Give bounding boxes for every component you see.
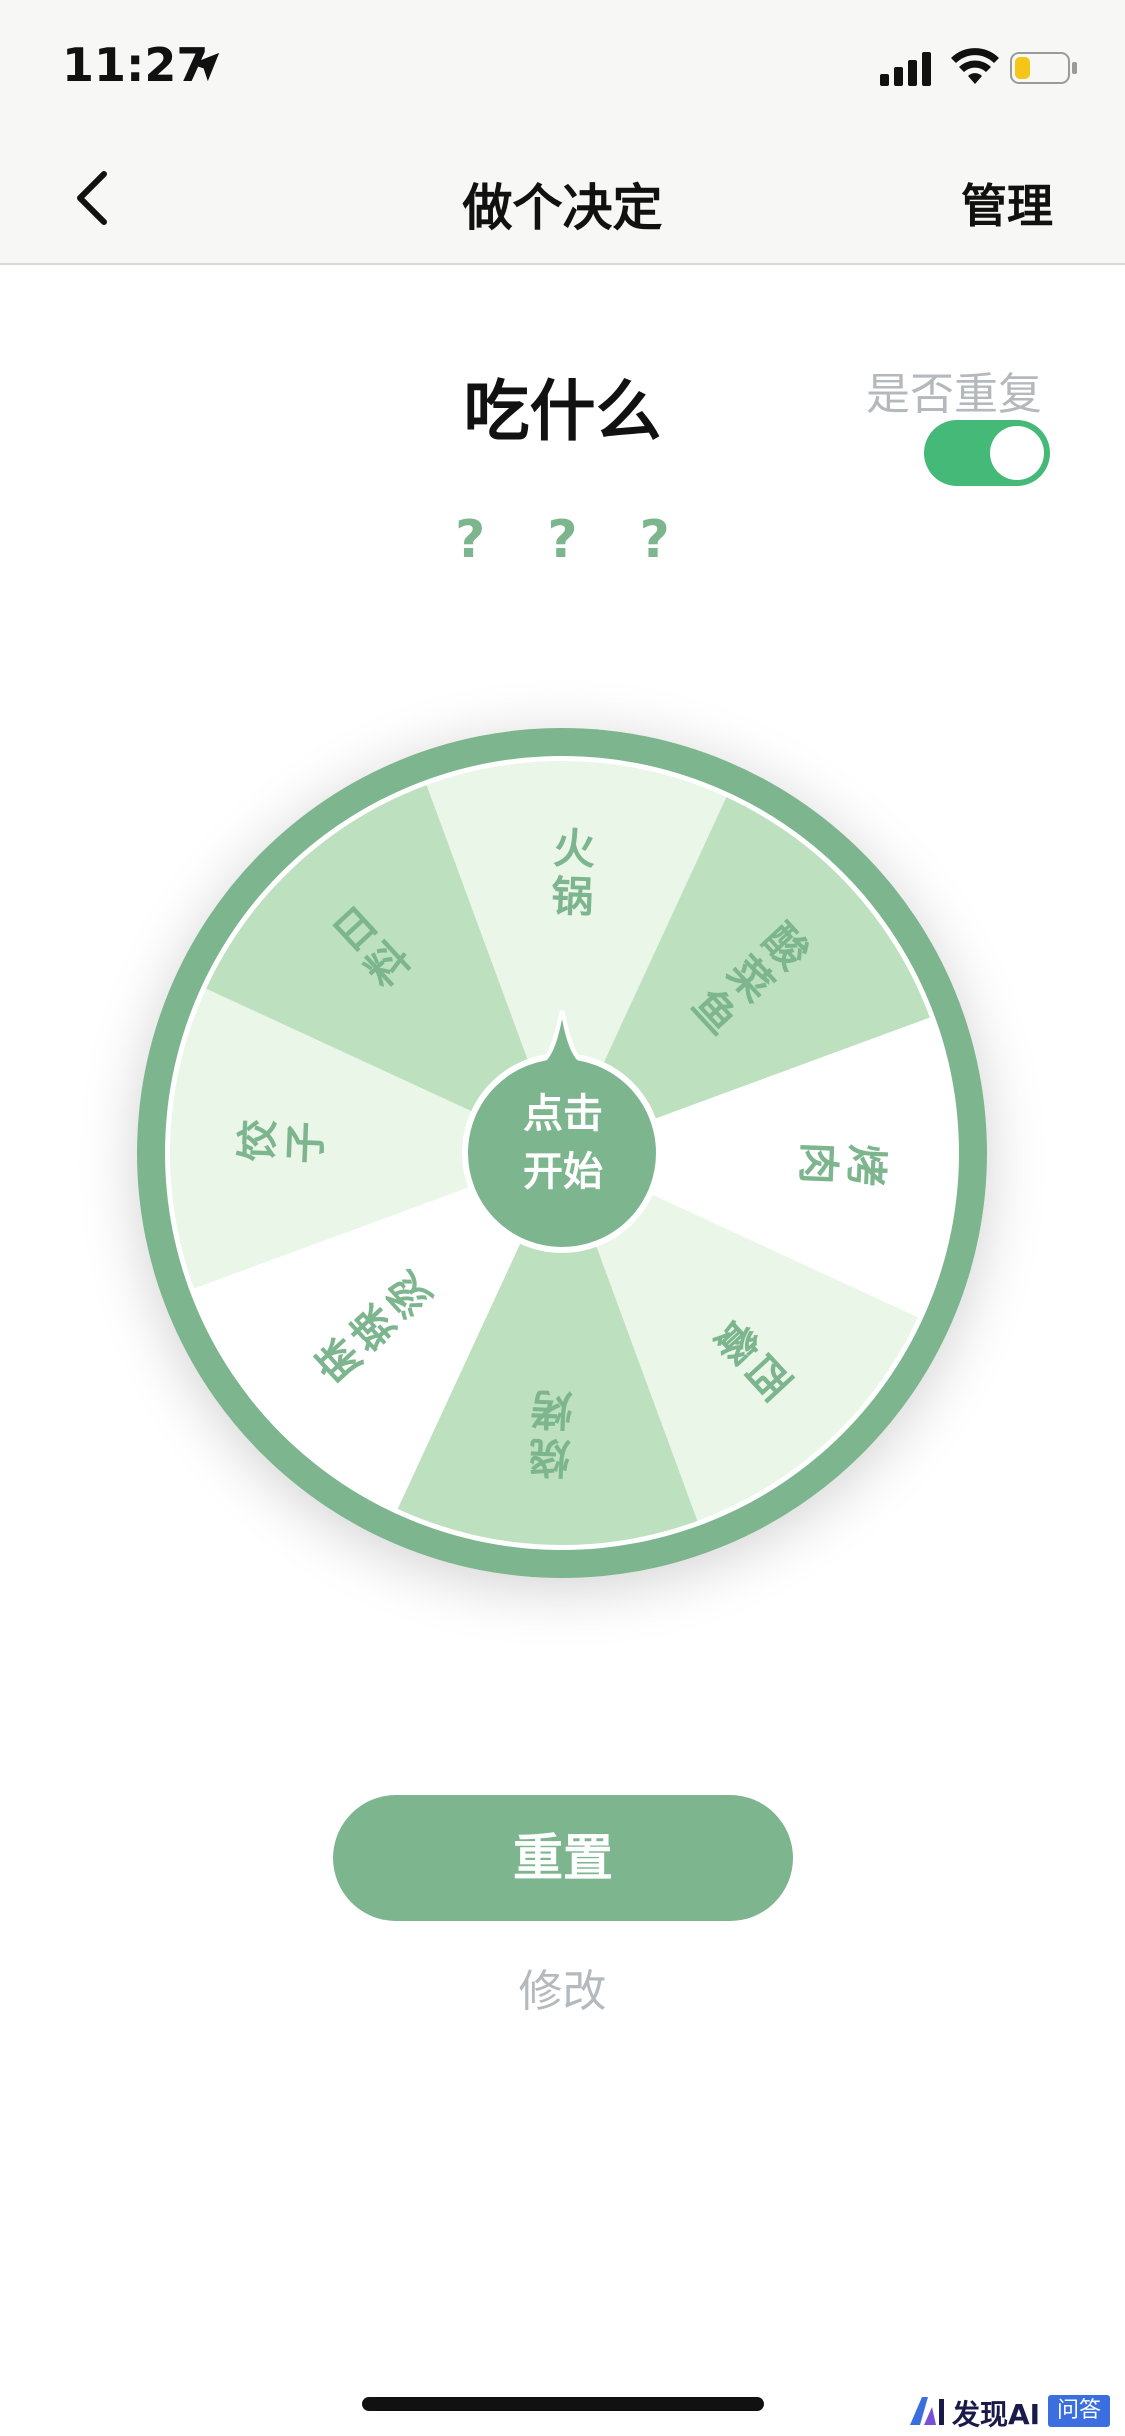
wheel-segment-label: 肉 [793,1141,844,1185]
watermark-badge: 问答 [1048,2395,1110,2427]
repeat-toggle[interactable] [924,420,1050,486]
wheel-segment-label: 锅 [550,871,594,922]
start-label-line2: 开始 [523,1149,603,1195]
top-bar: 11:27 做个决定 管理 [0,0,1125,265]
start-button[interactable]: 点击 开始 [463,1085,663,1201]
watermark: 发现AI 问答 [908,2393,1118,2431]
nav-title: 做个决定 [462,179,663,237]
reset-button[interactable]: 重置 [333,1795,793,1921]
wheel-segment-label: 烤 [530,1384,574,1435]
wheel-segment-label: 火 [552,823,596,874]
wheel-segment-label: 饺 [232,1119,283,1163]
wheel-segment-label: 烤 [841,1143,892,1187]
watermark-logo-icon [910,2397,944,2425]
battery-icon [1010,52,1077,84]
result-placeholder: ? ? ? [455,510,692,570]
wheel-segment-label-group: 火锅 [550,823,596,922]
wheel-segment-label-group: 饺子 [232,1119,331,1165]
start-label-line1: 点击 [523,1091,603,1137]
toggle-knob [990,426,1044,480]
location-arrow-icon [190,52,220,82]
watermark-text: 发现AI [952,2398,1041,2431]
wheel-segment-label: 子 [280,1121,331,1165]
home-indicator [362,2397,764,2411]
manage-button[interactable]: 管理 [961,170,1053,236]
wheel-segment-label-group: 烤肉 [793,1141,892,1187]
edit-link[interactable]: 修改 [0,1955,1125,2019]
wifi-icon [951,48,999,84]
repeat-label: 是否重复 [866,369,1042,420]
cellular-signal-icon [880,52,931,86]
wheel-segment-label: 烧 [528,1432,572,1483]
wheel-segment-label-group: 烧烤 [528,1384,574,1483]
status-time: 11:27 [62,38,209,92]
